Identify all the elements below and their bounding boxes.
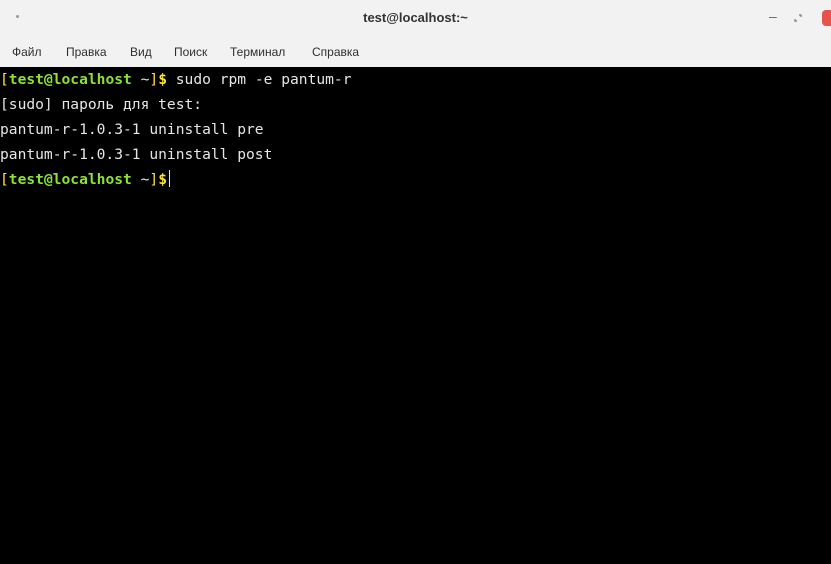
prompt-dollar: $ [158, 171, 167, 188]
menu-item-view[interactable]: Вид [130, 45, 152, 59]
prompt-user-host: test@localhost [8, 171, 132, 188]
terminal-window: test@localhost:~ – Файл Правка Вид Поиск… [0, 0, 831, 564]
maximize-icon[interactable] [791, 11, 805, 25]
terminal-output-area[interactable]: [test@localhost ~]$ sudo rpm -e pantum-r… [0, 67, 831, 564]
output-line: pantum-r-1.0.3-1 uninstall post [0, 146, 273, 163]
prompt-close-bracket: ] [149, 71, 159, 88]
prompt-dollar: $ [158, 71, 167, 88]
prompt-open-bracket: [ [0, 171, 9, 188]
output-line: [sudo] пароль для test: [0, 96, 203, 113]
menu-item-help[interactable]: Справка [312, 45, 359, 59]
command-text: sudo rpm -e pantum-r [166, 71, 352, 88]
prompt-user-host: test@localhost [8, 71, 132, 88]
prompt-path: ~ [131, 71, 150, 88]
active-prompt-line: [test@localhost ~]$ [0, 167, 170, 192]
menu-item-edit[interactable]: Правка [66, 45, 107, 59]
command-line: [test@localhost ~]$ sudo rpm -e pantum-r [0, 67, 352, 92]
output-line: pantum-r-1.0.3-1 uninstall pre [0, 121, 264, 138]
minimize-icon[interactable]: – [769, 9, 777, 23]
prompt-path: ~ [131, 171, 150, 188]
menu-item-search[interactable]: Поиск [174, 45, 207, 59]
menu-item-terminal[interactable]: Терминал [230, 45, 285, 59]
menu-item-file[interactable]: Файл [12, 45, 42, 59]
prompt-close-bracket: ] [149, 171, 159, 188]
close-icon[interactable] [822, 10, 831, 26]
menu-bar: Файл Правка Вид Поиск Терминал Справка [0, 37, 831, 67]
text-cursor [168, 170, 170, 187]
prompt-open-bracket: [ [0, 71, 9, 88]
title-bar[interactable]: test@localhost:~ – [0, 0, 831, 37]
window-title: test@localhost:~ [363, 10, 468, 25]
